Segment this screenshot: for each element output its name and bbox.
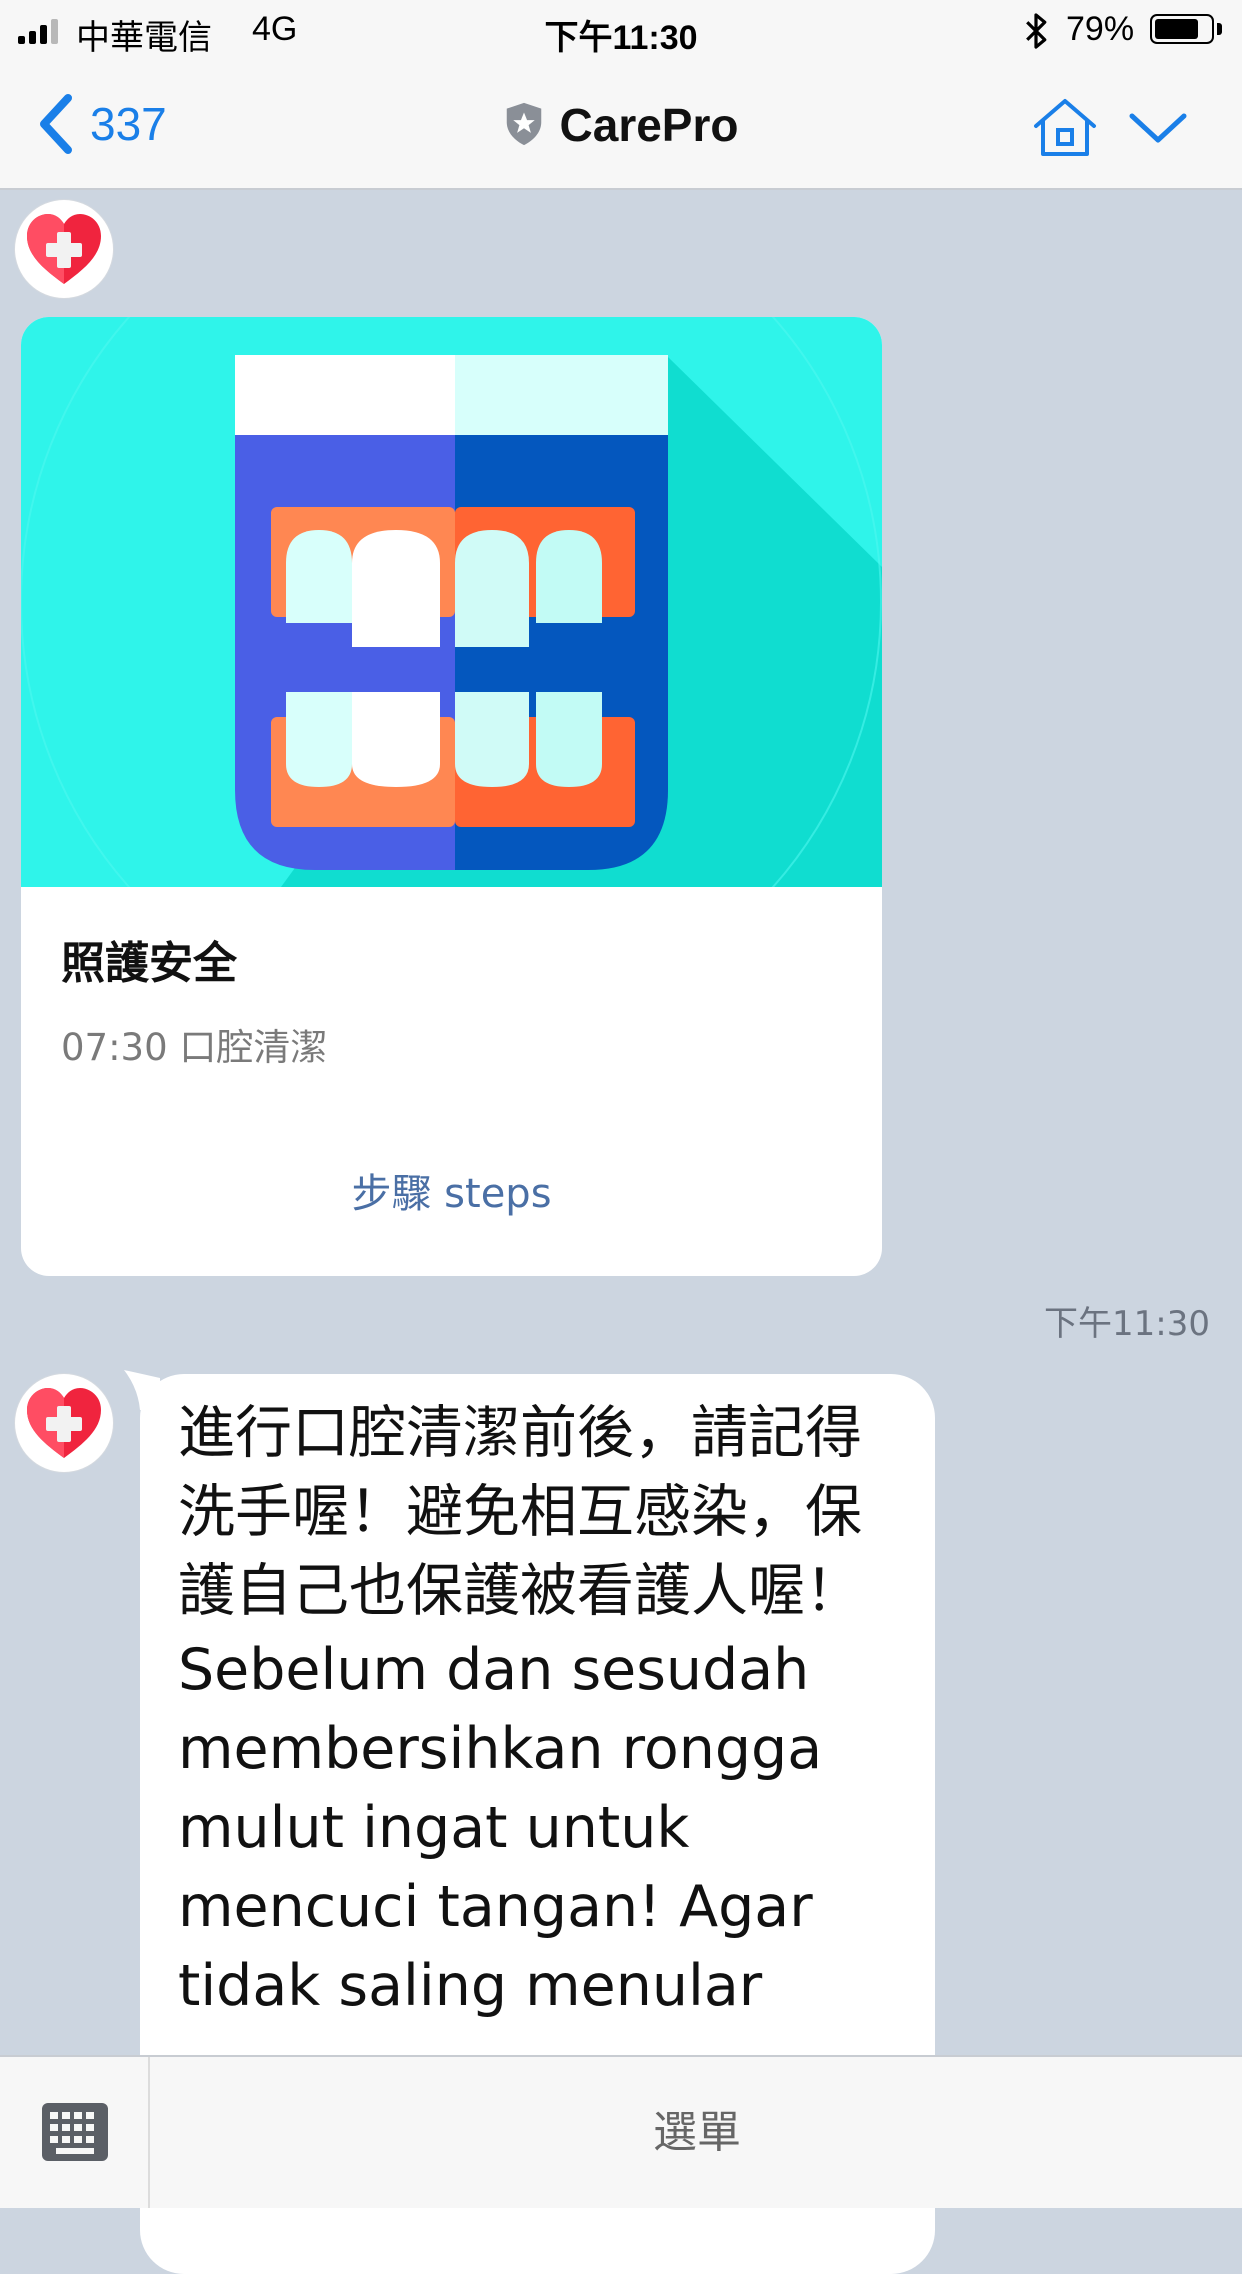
bottom-bar: 選單 xyxy=(0,2055,1242,2208)
battery-icon xyxy=(1150,14,1214,44)
avatar-heart-icon xyxy=(27,214,101,284)
steps-link[interactable]: 步驟 steps xyxy=(21,1161,882,1219)
card-subtitle: 07:30 口腔清潔 xyxy=(61,1026,328,1069)
card-title: 照護安全 xyxy=(61,938,237,989)
status-bar: 中華電信 4G 下午11:30 79% xyxy=(0,0,1242,60)
avatar[interactable] xyxy=(15,200,113,298)
avatar[interactable] xyxy=(15,1374,113,1472)
status-time: 下午11:30 xyxy=(544,19,698,57)
home-icon[interactable] xyxy=(1030,96,1100,160)
shield-icon xyxy=(506,102,541,146)
nav-bar: 337 CarePro xyxy=(0,60,1242,190)
message-timestamp: 下午11:30 xyxy=(1044,1304,1210,1344)
message-text: 進行口腔清潔前後，請記得洗手喔！避免相互感染，保護自己也保護被看護人喔！Sebe… xyxy=(178,1400,862,2019)
bluetooth-icon xyxy=(1026,13,1047,49)
keyboard-icon xyxy=(42,2103,108,2161)
menu-button[interactable]: 選單 xyxy=(152,2057,1242,2208)
care-card[interactable]: 照護安全 07:30 口腔清潔 步驟 steps xyxy=(21,317,882,1276)
keyboard-button[interactable] xyxy=(0,2057,150,2208)
chat-title: CarePro xyxy=(559,99,739,151)
avatar-heart-icon xyxy=(27,1388,101,1458)
battery-percent: 79% xyxy=(1066,10,1135,48)
chevron-down-icon[interactable] xyxy=(1126,108,1190,148)
teeth-illustration xyxy=(21,317,882,887)
